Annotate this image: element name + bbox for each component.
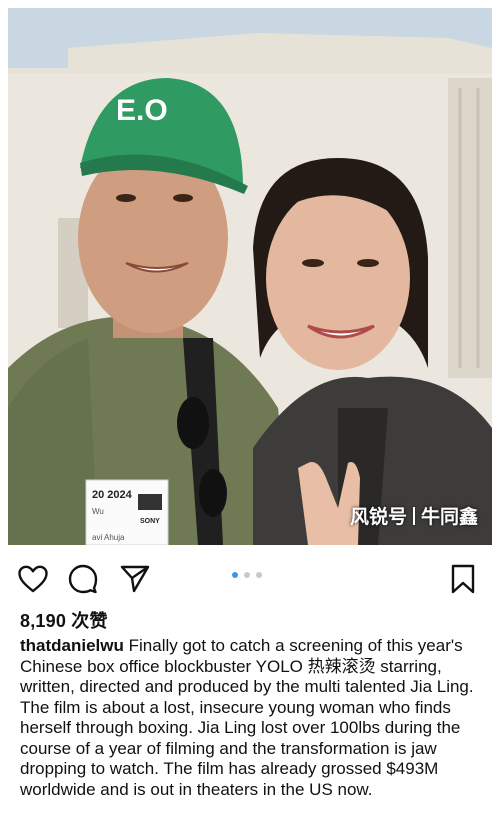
send-icon[interactable] bbox=[118, 562, 152, 596]
likes-count[interactable]: 8,190 次赞 bbox=[20, 607, 108, 633]
badge-name-2: avi Ahuja bbox=[92, 533, 125, 542]
bookmark-icon[interactable] bbox=[446, 562, 480, 596]
carousel-dot-active bbox=[232, 572, 238, 578]
username-link[interactable]: thatdanielwu bbox=[20, 636, 124, 655]
photo-illustration: E.O 20 2024 Wu avi Ahuja SONY bbox=[8, 8, 492, 545]
watermark: 风锐号 牛同鑫 bbox=[350, 502, 478, 529]
carousel-dot bbox=[244, 572, 250, 578]
post-photo[interactable]: E.O 20 2024 Wu avi Ahuja SONY 风锐号 牛同鑫 bbox=[8, 8, 492, 545]
caption-text: Finally got to catch a screening of this… bbox=[20, 636, 474, 799]
cap-logo: E.O bbox=[116, 94, 168, 127]
carousel-dot bbox=[256, 572, 262, 578]
carousel-indicator bbox=[232, 572, 262, 578]
watermark-divider bbox=[412, 506, 415, 525]
badge-logo: SONY bbox=[140, 518, 160, 525]
badge-date: 20 2024 bbox=[92, 489, 133, 501]
post-caption: thatdanielwu Finally got to catch a scre… bbox=[20, 636, 490, 800]
watermark-right: 牛同鑫 bbox=[420, 507, 478, 528]
comment-icon[interactable] bbox=[66, 562, 100, 596]
watermark-left: 风锐号 bbox=[349, 507, 407, 528]
heart-icon[interactable] bbox=[16, 562, 50, 596]
action-bar bbox=[0, 550, 500, 606]
badge-name: Wu bbox=[92, 507, 104, 516]
